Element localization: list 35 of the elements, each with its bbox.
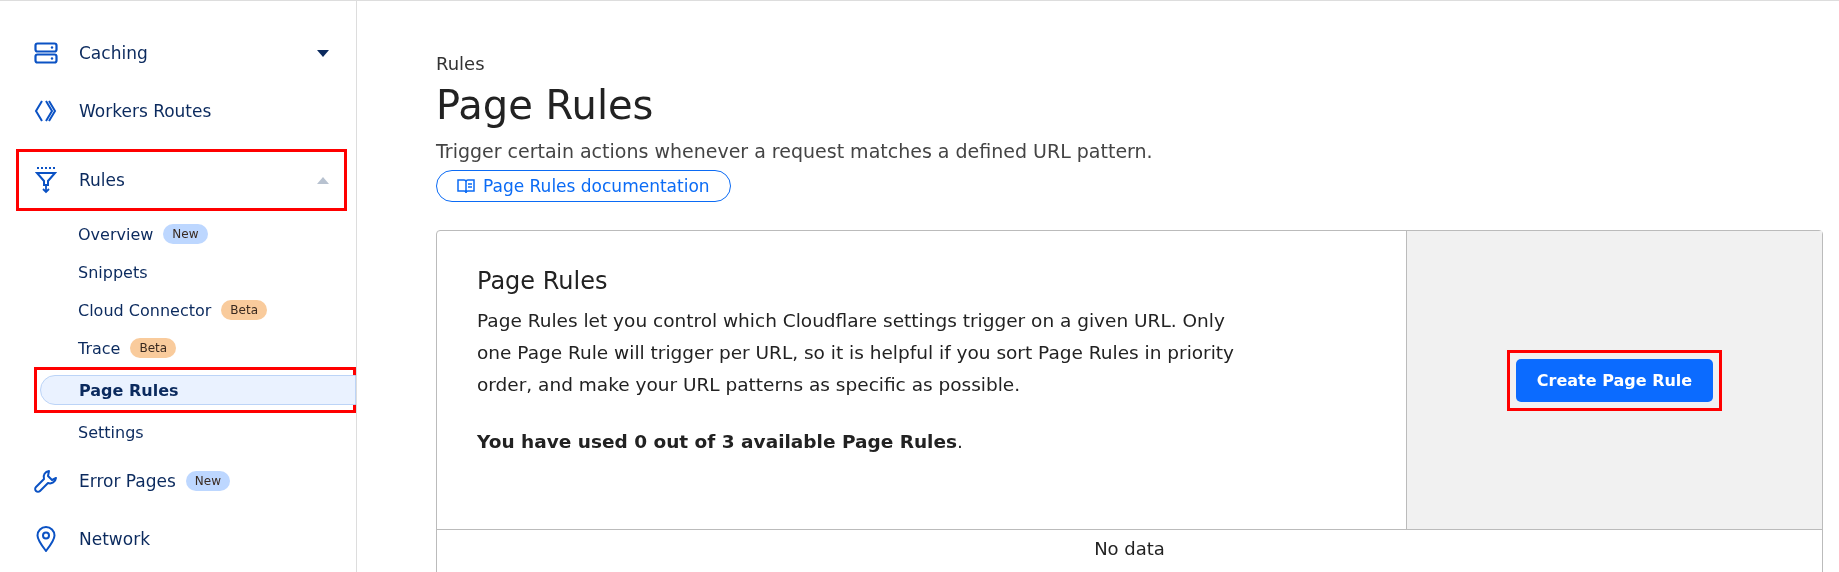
book-icon <box>457 178 475 194</box>
nav-subitem[interactable]: Settings <box>40 417 356 447</box>
nav-label: Error Pages <box>79 471 176 491</box>
breadcrumb: Rules <box>436 53 486 74</box>
highlighted-nav-item[interactable]: Rules <box>16 149 347 211</box>
page-title: Page Rules <box>436 82 655 128</box>
funnel-icon <box>35 166 57 194</box>
nav-item[interactable]: Error Pages New <box>16 461 347 501</box>
page-description: Trigger certain actions whenever a request matches a defined URL pattern. <box>436 140 1154 162</box>
nav-subitem[interactable]: Overview New <box>40 219 356 249</box>
nav-subitem[interactable]: Cloud Connector Beta <box>40 295 356 325</box>
selected-nav-subitem[interactable]: Page Rules <box>40 375 356 405</box>
nav-label: Workers Routes <box>79 101 212 121</box>
caret-icon[interactable] <box>316 48 330 58</box>
nav-label: Network <box>79 529 150 549</box>
status-badge: Beta <box>221 300 267 320</box>
wrench-icon <box>34 469 58 493</box>
nav-subitem[interactable]: Snippets <box>40 257 356 287</box>
nav-item[interactable]: Caching <box>16 33 347 73</box>
nav-item[interactable]: Network <box>16 519 347 559</box>
nav-item[interactable]: Workers Routes <box>16 91 347 131</box>
card-description: Page Rules let you control which Cloudflare settings trigger on a given URL. Only one Page Rule will trigger per URL, so it is helpful if you sort Page Rules in priority order, and make your URL patterns as specific as possible. <box>477 309 1236 397</box>
chevrons-icon <box>34 99 58 123</box>
nav-label: Caching <box>79 43 148 63</box>
card-title: Page Rules <box>477 267 609 295</box>
empty-state-text: No data <box>1093 537 1166 561</box>
status-badge: Beta <box>130 338 177 358</box>
nav-label: Rules <box>79 170 125 190</box>
create-page-rule-button[interactable]: Create Page Rule <box>1515 358 1714 402</box>
location-pin-icon <box>36 526 56 552</box>
nav-subitem[interactable]: Trace Beta <box>40 333 356 363</box>
status-badge: New <box>163 224 208 244</box>
status-badge: New <box>185 471 231 491</box>
usage-text: You have used 0 out of 3 available Page Rules. <box>477 431 964 452</box>
server-icon <box>34 42 58 64</box>
